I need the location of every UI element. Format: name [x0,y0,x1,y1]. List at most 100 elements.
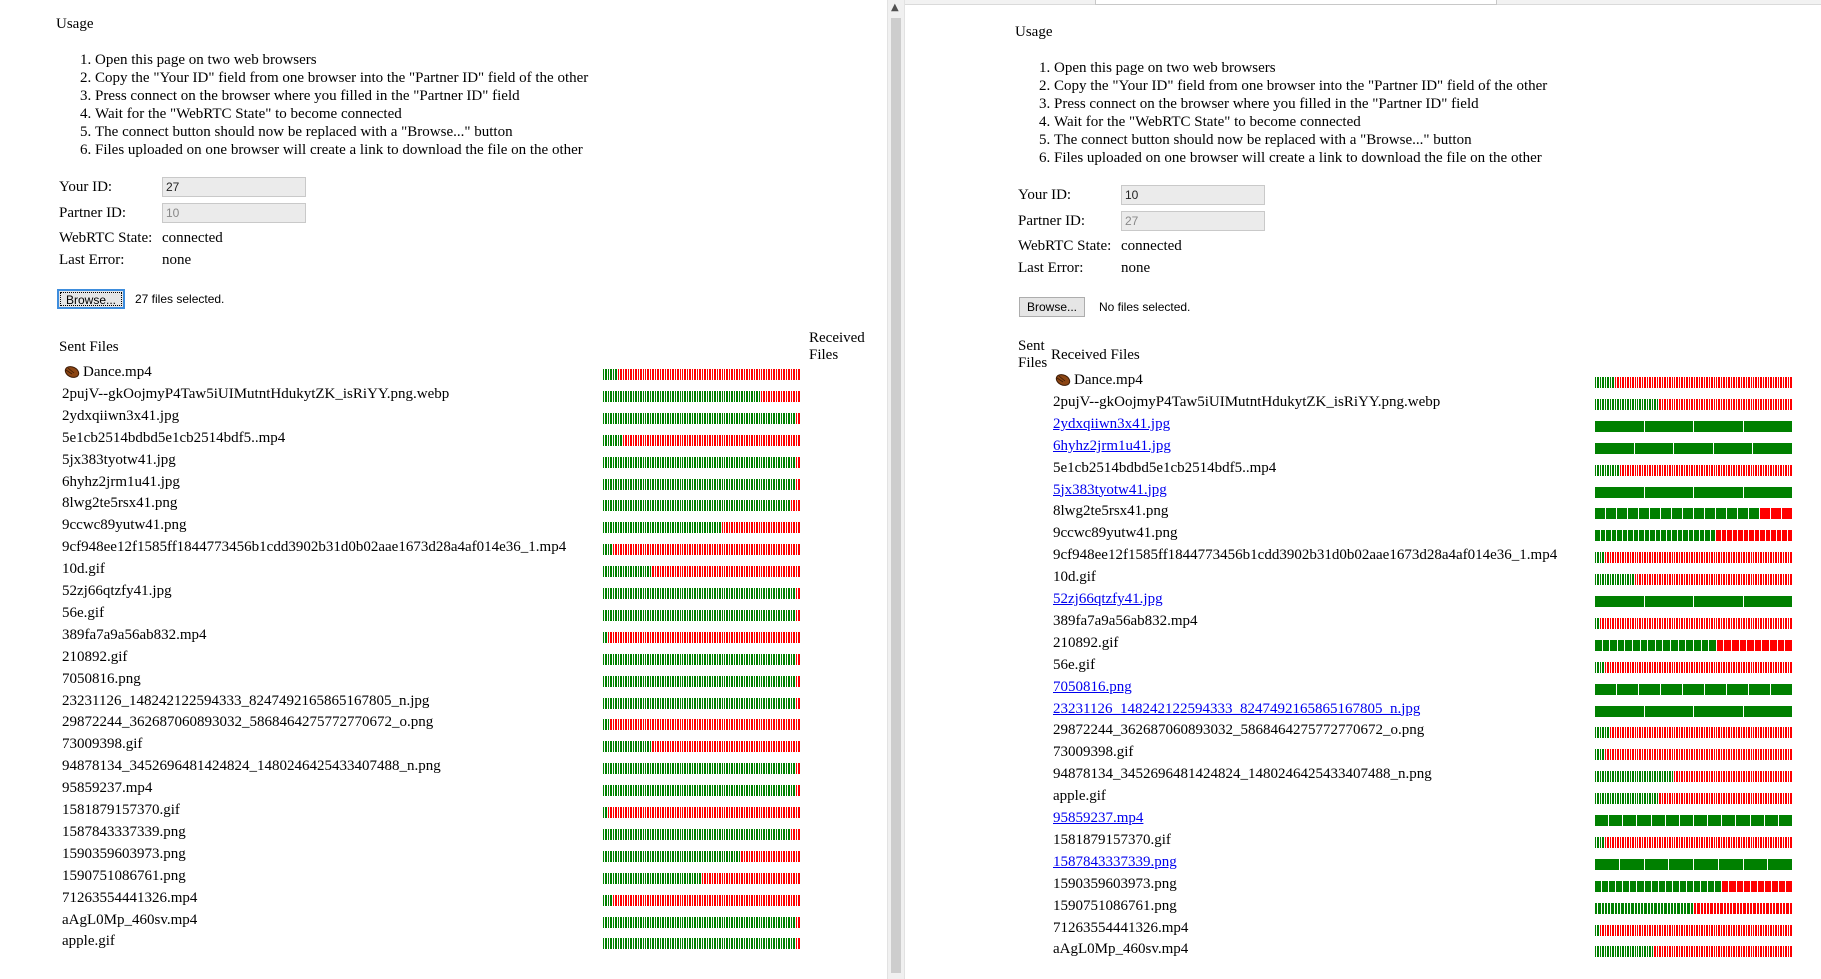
progress-segment [775,894,778,906]
your-id-field[interactable]: 27 [162,177,306,197]
progress-segment [773,434,775,446]
progress-segment [674,500,677,512]
progress-segment [682,807,684,818]
progress-segment [635,544,637,556]
progress-segment [1678,793,1681,805]
progress-segment [1693,464,1696,476]
progress-segment [1676,793,1678,805]
progress-segment [652,916,654,928]
progress-segment [723,588,726,599]
progress-segment [607,807,610,818]
progress-segment [1696,836,1698,848]
received-file-download-link[interactable]: 6hyhz2jrm1u41.jpg [1053,437,1171,456]
progress-segment [1691,552,1693,564]
progress-segment [1790,398,1792,410]
progress-segment [689,916,691,928]
progress-segment [635,938,637,950]
received-file-download-link[interactable]: 95859237.mp4 [1053,809,1143,828]
received-file-download-link[interactable]: 5jx383tyotw41.jpg [1053,481,1167,500]
progress-segment [677,500,679,512]
progress-segment [773,916,775,928]
progress-segment [1595,924,1597,936]
browse-button[interactable]: Browse... [1019,297,1086,317]
progress-segment [612,675,615,687]
progress-segment [1694,508,1704,520]
received-file-download-link[interactable]: 2ydxqiiwn3x41.jpg [1053,415,1170,434]
progress-segment [667,500,669,512]
progress-segment [1749,683,1770,695]
progress-segment [719,785,721,797]
your-id-field[interactable]: 10 [1121,185,1265,205]
partner-id-field[interactable]: 10 [162,203,306,223]
file-name-text[interactable]: 5jx383tyotw41.jpg [1053,482,1167,498]
file-name-text[interactable]: 6hyhz2jrm1u41.jpg [1053,438,1171,454]
progress-segment [1624,946,1627,958]
progress-segment [1641,464,1644,476]
received-file-download-link[interactable]: 7050816.png [1053,678,1132,697]
progress-segment [674,850,677,862]
progress-segment [615,631,617,643]
progress-segment [1644,486,1693,498]
received-file-download-link[interactable]: 1587843337339.png [1053,853,1177,872]
progress-segment [699,434,701,446]
progress-segment [1656,836,1659,848]
progress-segment [1602,464,1604,476]
progress-segment [1715,661,1718,673]
progress-segment [630,390,632,402]
progress-segment [603,828,605,840]
progress-segment [644,719,647,731]
progress-segment [625,566,627,578]
file-name-text[interactable]: 23231126_148242122594333_824749216586516… [1053,701,1420,717]
vertical-scrollbar[interactable]: ▲ [887,0,905,979]
progress-segment [1664,398,1666,410]
progress-segment [1703,749,1706,761]
progress-segment [736,588,738,599]
progress-segment [1694,486,1743,498]
progress-segment [630,872,632,884]
progress-segment [726,588,728,599]
progress-segment [1696,946,1698,958]
progress-segment [778,522,780,534]
progress-segment [1677,902,1680,914]
progress-segment [1669,617,1671,629]
file-name-text[interactable]: 2ydxqiiwn3x41.jpg [1053,416,1170,432]
progress-segment [1762,836,1765,848]
progress-segment [790,675,793,687]
progress-segment [731,697,733,709]
progress-segment [659,828,662,840]
scroll-up-arrow-icon[interactable]: ▲ [891,2,899,13]
browse-button[interactable]: Browse... [57,289,126,309]
progress-segment [605,500,607,512]
progress-segment [711,588,714,599]
progress-segment [644,456,647,468]
progress-segment [632,850,635,862]
progress-segment [603,807,605,818]
file-name-text[interactable]: 52zj66qtzfy41.jpg [1053,591,1163,607]
received-file-download-link[interactable]: 23231126_148242122594333_824749216586516… [1053,700,1420,719]
progress-segment [711,807,714,818]
progress-segment [726,478,728,490]
partner-id-field[interactable]: 27 [1121,211,1265,231]
progress-segment [672,566,674,578]
file-name-text[interactable]: 95859237.mp4 [1053,810,1143,826]
progress-segment [674,588,677,599]
progress-segment [788,522,790,534]
progress-segment [1706,924,1708,936]
progress-segment [684,369,686,380]
received-file-download-link[interactable]: 52zj66qtzfy41.jpg [1053,590,1163,609]
progress-segment [1654,464,1656,476]
file-name-text: 95859237.mp4 [62,780,153,797]
progress-segment [1651,574,1654,586]
scrollbar-thumb[interactable] [891,18,901,973]
progress-segment [738,390,741,402]
progress-segment [1750,836,1752,848]
progress-segment [615,785,617,797]
address-bar[interactable] [1095,0,1497,5]
progress-segment [672,588,674,599]
file-name-text[interactable]: 7050816.png [1053,679,1132,695]
progress-segment [1650,530,1655,542]
progress-segment [773,609,775,621]
file-name-text[interactable]: 1587843337339.png [1053,854,1177,870]
progress-segment [1664,617,1666,629]
progress-segment [1644,596,1693,607]
